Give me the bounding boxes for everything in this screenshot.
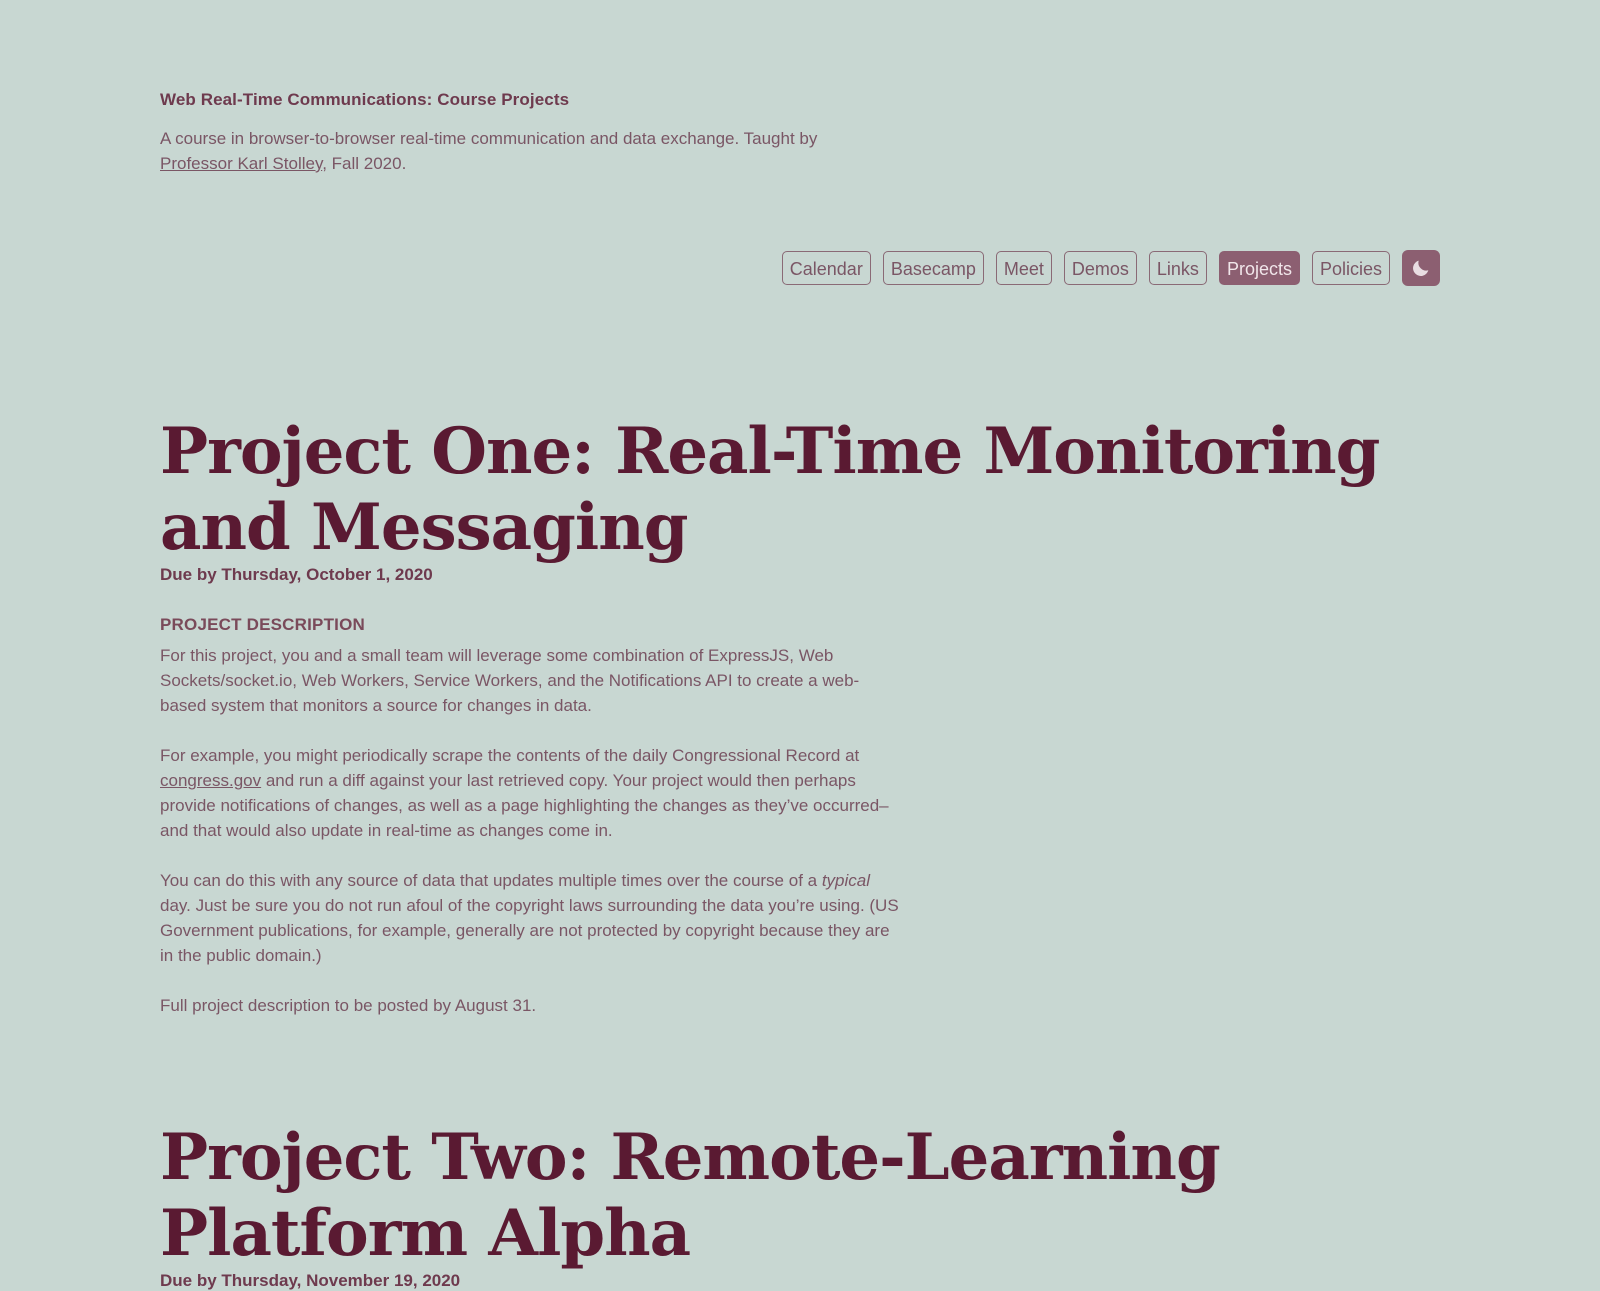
nav-basecamp-button[interactable]: Basecamp (882, 251, 984, 285)
paragraph-2-text: For example, you might periodically scra… (160, 746, 860, 765)
theme-toggle-button[interactable] (1402, 250, 1440, 286)
main-nav: Calendar Basecamp Meet Demos Links Proje… (781, 250, 1440, 286)
site-description: A course in browser-to-browser real-time… (160, 126, 880, 176)
nav-projects-button[interactable]: Projects (1218, 251, 1300, 285)
project-two-due-date: Due by Thursday, November 19, 2020 (160, 1271, 461, 1290)
site-description-suffix: , Fall 2020. (322, 154, 407, 173)
paragraph-2-text-continued: and run a diff against your last retriev… (160, 771, 889, 840)
project-two-title: Project Two: Remote-Learning Platform Al… (160, 1120, 1221, 1271)
project-one-title: Project One: Real-Time Monitoring and Me… (160, 414, 1380, 565)
nav-meet-button[interactable]: Meet (995, 251, 1052, 285)
congress-link[interactable]: congress.gov (160, 771, 261, 790)
nav-calendar-button[interactable]: Calendar (781, 251, 871, 285)
professor-link[interactable]: Professor Karl Stolley (160, 154, 322, 173)
project-one-paragraph-4: Full project description to be posted by… (160, 996, 537, 1015)
project-one-due-date: Due by Thursday, October 1, 2020 (160, 565, 433, 584)
project-one-paragraph-2: For example, you might periodically scra… (160, 743, 905, 843)
nav-policies-button[interactable]: Policies (1311, 251, 1390, 285)
project-one-paragraph-1: For this project, you and a small team w… (160, 646, 860, 715)
paragraph-3-emphasis: typical (821, 871, 871, 890)
paragraph-3-text-continued: day. Just be sure you do not run afoul o… (160, 896, 899, 965)
moon-icon (1413, 260, 1429, 276)
paragraph-3-text: You can do this with any source of data … (160, 871, 822, 890)
site-description-text: A course in browser-to-browser real-time… (160, 129, 818, 148)
nav-links-button[interactable]: Links (1148, 251, 1207, 285)
nav-demos-button[interactable]: Demos (1063, 251, 1137, 285)
project-one-paragraph-3: You can do this with any source of data … (160, 868, 905, 968)
project-one-section-heading: PROJECT DESCRIPTION (160, 615, 365, 634)
site-title[interactable]: Web Real-Time Communications: Course Pro… (160, 90, 569, 110)
